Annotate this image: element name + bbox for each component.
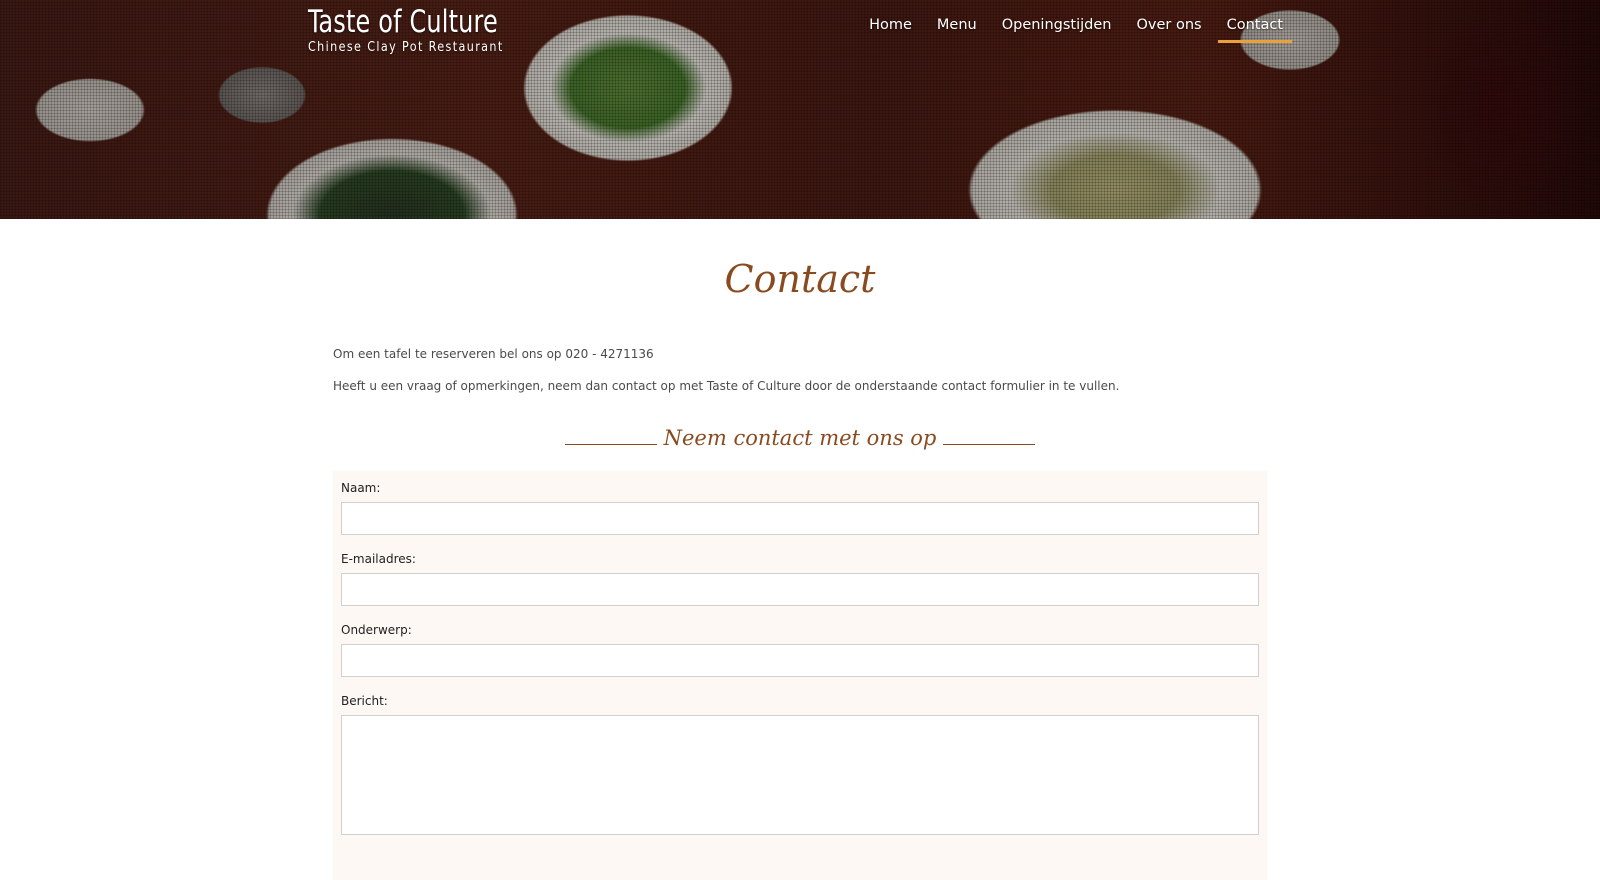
heading-divider-left [564,443,657,445]
main-nav: Home Menu Openingstijden Over ons Contac… [853,0,1293,43]
message-label: Bericht: [341,694,388,708]
site-title[interactable]: Taste of Culture [308,4,504,40]
page-title: Contact [724,257,876,301]
name-label: Naam: [341,481,381,495]
brand[interactable]: Taste of Culture Chinese Clay Pot Restau… [308,4,535,55]
hero-banner: Taste of Culture Chinese Clay Pot Restau… [0,0,1600,219]
email-input[interactable] [341,573,1259,606]
subject-input[interactable] [341,644,1259,677]
intro-text: Om een tafel te reserveren bel ons op 02… [333,347,1267,394]
nav-contact[interactable]: Contact [1217,0,1293,43]
form-heading-text: Neem contact met ons op [663,426,937,450]
contact-form: Naam: E-mailadres: Onderwerp: Bericht: [333,471,1267,880]
reservation-text: Om een tafel te reserveren bel ons op 02… [333,347,654,361]
main-content: Contact Om een tafel te reserveren bel o… [333,219,1267,880]
contact-instructions: Heeft u een vraag of opmerkingen, neem d… [333,379,1120,393]
site-tagline: Chinese Clay Pot Restaurant [308,40,504,55]
nav-menu[interactable]: Menu [928,0,986,43]
email-label: E-mailadres: [341,552,416,566]
name-input[interactable] [341,502,1259,535]
message-textarea[interactable] [341,715,1259,835]
subject-label: Onderwerp: [341,623,412,637]
heading-divider-right [943,443,1036,445]
form-heading: Neem contact met ons op [333,426,1267,450]
nav-over-ons[interactable]: Over ons [1127,0,1210,43]
nav-home[interactable]: Home [860,0,921,43]
nav-openingstijden[interactable]: Openingstijden [993,0,1121,43]
